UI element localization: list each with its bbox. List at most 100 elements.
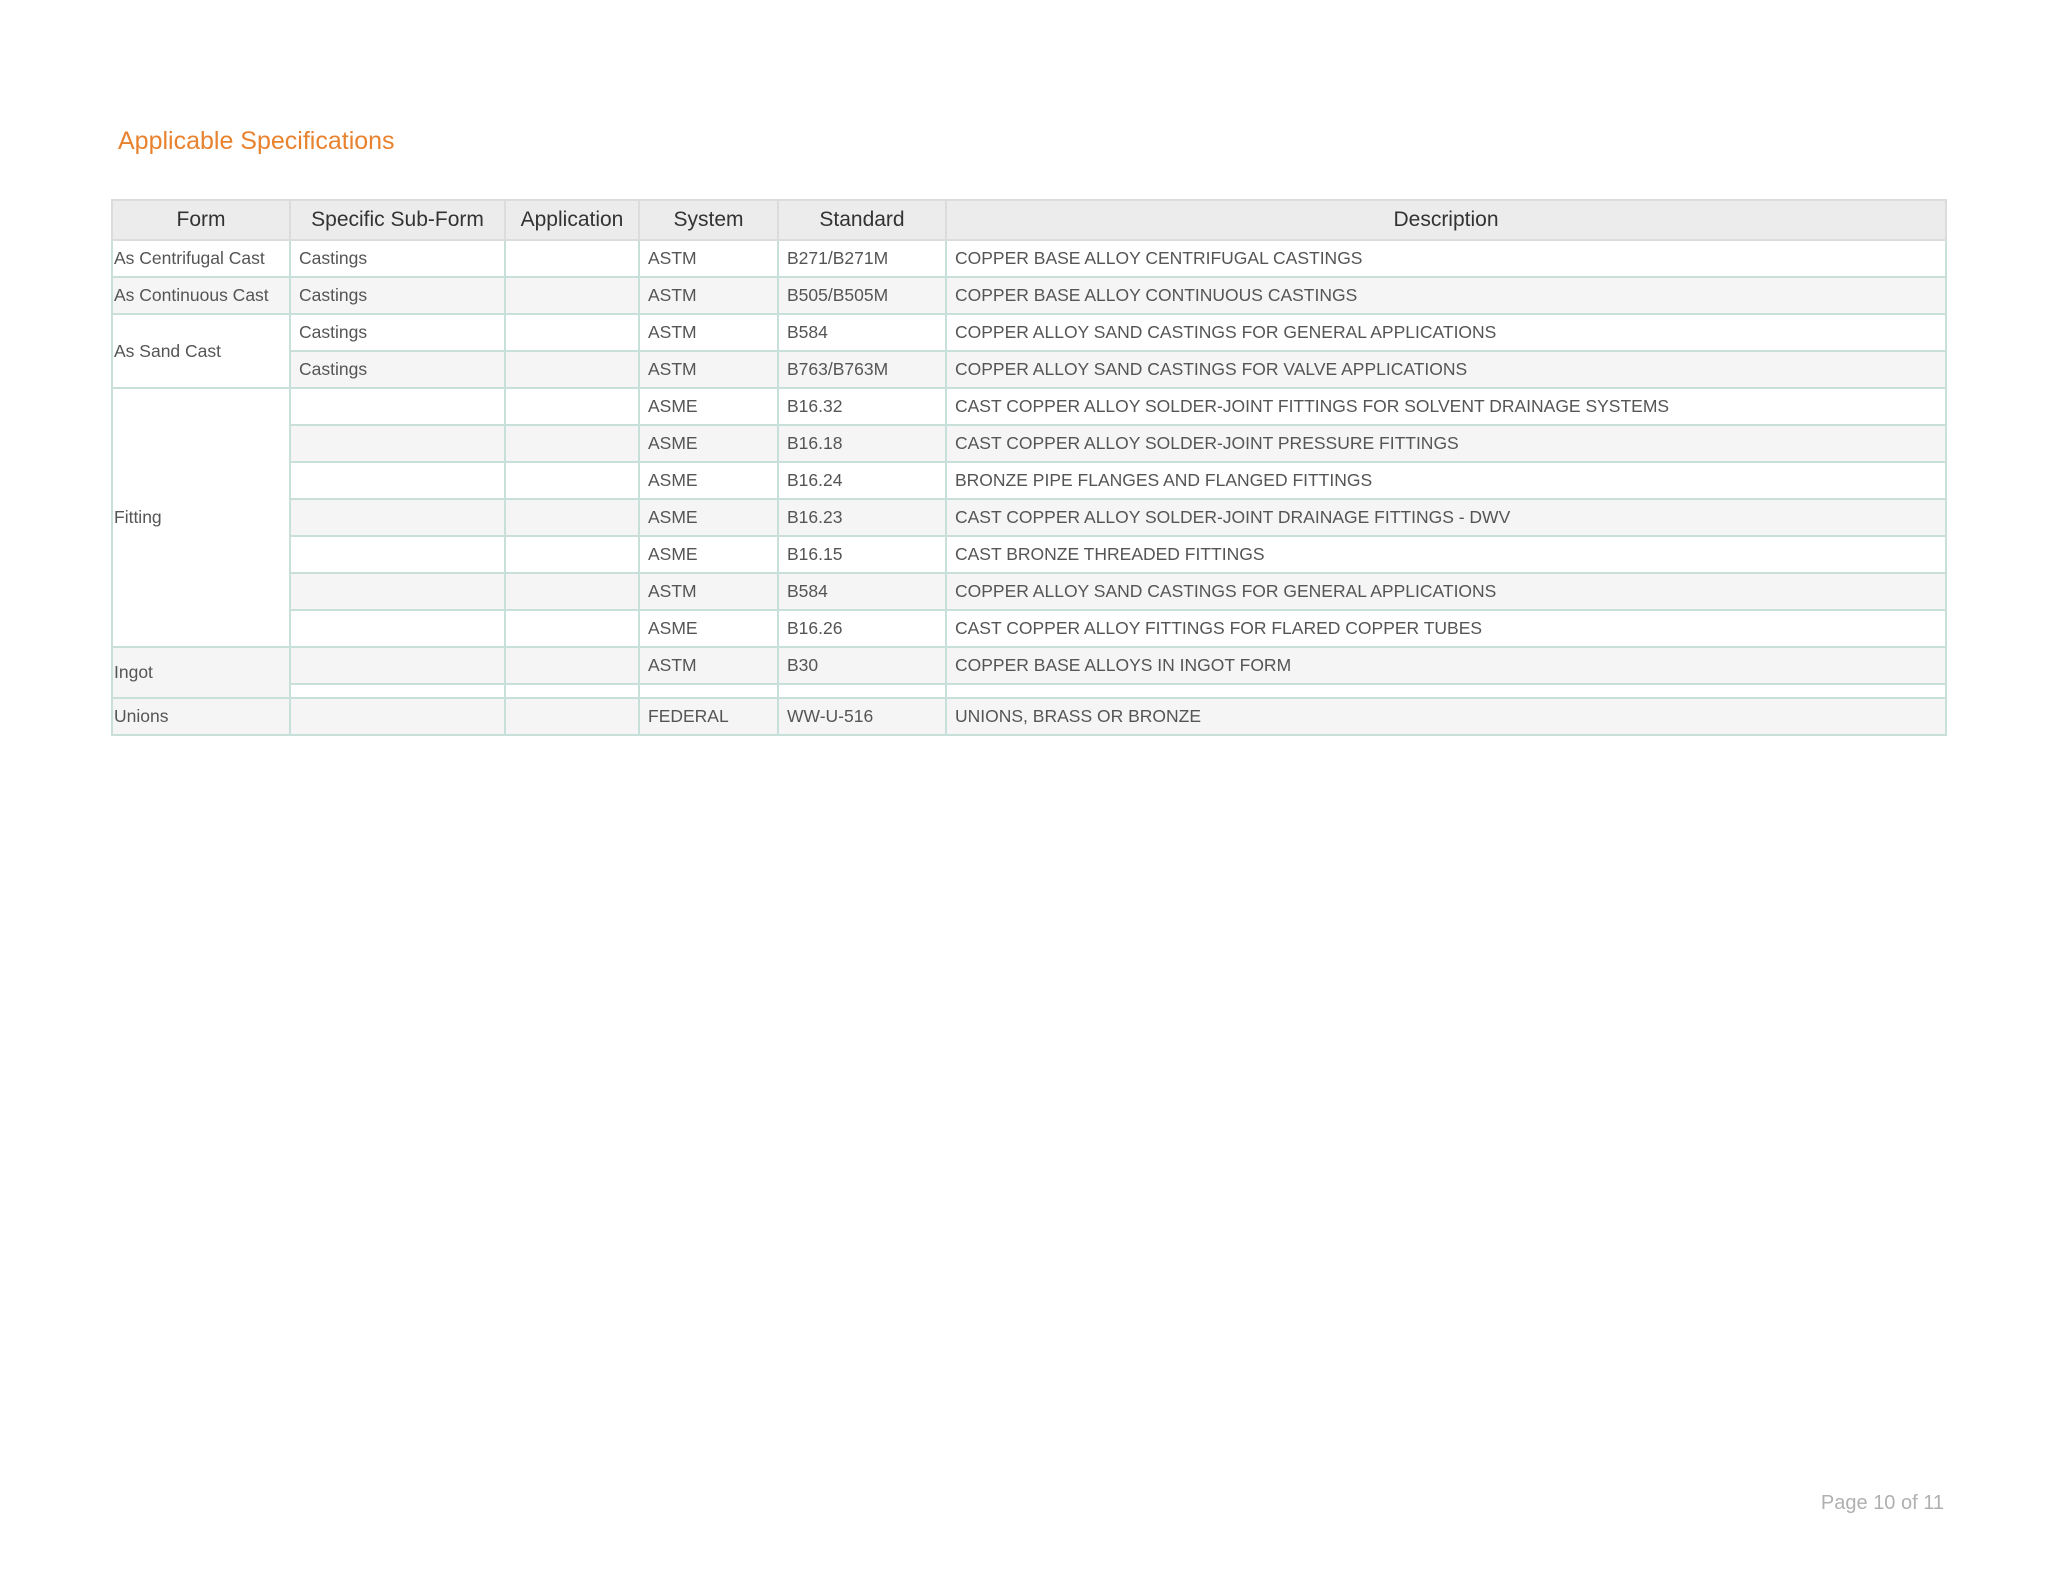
- standard-cell: B30: [777, 646, 947, 685]
- system-cell: ASME: [638, 535, 779, 574]
- standard-cell: B16.26: [777, 609, 947, 648]
- description-cell: UNIONS, BRASS OR BRONZE: [945, 697, 1947, 736]
- description-cell: COPPER BASE ALLOY CONTINUOUS CASTINGS: [945, 276, 1947, 315]
- table-row: ASME B16.23 CAST COPPER ALLOY SOLDER-JOINT…: [112, 498, 1947, 537]
- sub-form-cell: [289, 697, 506, 736]
- system-cell: [638, 683, 779, 699]
- form-cell: As Sand Cast: [111, 313, 291, 389]
- sub-form-cell: [289, 461, 506, 500]
- standard-cell: B16.15: [777, 535, 947, 574]
- application-cell: [504, 424, 640, 463]
- table-row: ASME B16.26 CAST COPPER ALLOY FITTINGS FOR…: [112, 609, 1947, 648]
- table-row: As Continuous Cast Castings ASTM B505/B505M…: [111, 276, 1947, 315]
- sub-form-cell: [289, 609, 506, 648]
- page-title: Applicable Specifications: [118, 127, 395, 155]
- page-number: Page 10 of 11: [1820, 1492, 1944, 1514]
- application-cell: [504, 697, 640, 736]
- application-cell: [504, 387, 640, 426]
- description-cell: COPPER BASE ALLOYS IN INGOT FORM: [945, 646, 1947, 685]
- standard-cell: B584: [777, 313, 947, 352]
- system-cell: ASME: [638, 609, 779, 648]
- system-cell: ASTM: [638, 572, 779, 611]
- sub-form-cell: Castings: [289, 276, 506, 315]
- system-cell: ASME: [638, 498, 779, 537]
- description-cell: COPPER ALLOY SAND CASTINGS FOR GENERAL A…: [945, 313, 1947, 352]
- application-cell: [504, 461, 640, 500]
- header-description: Description: [945, 199, 1947, 241]
- standard-cell: B16.18: [777, 424, 947, 463]
- standard-cell: B584: [777, 572, 947, 611]
- sub-form-cell: [289, 646, 506, 685]
- table-row: ASME B16.18 CAST COPPER ALLOY SOLDER-JOINT…: [112, 424, 1947, 463]
- table-row: [112, 683, 1947, 699]
- header-system: System: [638, 199, 779, 241]
- table-row: ASME B16.24 BRONZE PIPE FLANGES AND FLANGE…: [112, 461, 1947, 500]
- application-cell: [504, 646, 640, 685]
- table-row: Fitting ASME B16.32 CAST COPPER ALLOY SOLDE…: [111, 387, 1947, 648]
- sub-form-cell: Castings: [289, 239, 506, 278]
- form-cell: Unions: [111, 697, 291, 736]
- application-cell: [504, 535, 640, 574]
- system-cell: ASME: [638, 461, 779, 500]
- table-row: As Sand Cast Castings ASTM B584 COPPER ALLOY…: [111, 313, 1947, 389]
- application-cell: [504, 350, 640, 389]
- system-cell: ASTM: [638, 313, 779, 352]
- header-standard: Standard: [777, 199, 947, 241]
- table-row: ASME B16.15 CAST BRONZE THREADED FITTINGS: [112, 535, 1947, 574]
- standard-cell: [777, 683, 947, 699]
- sub-form-cell: Castings: [289, 350, 506, 389]
- description-cell: CAST COPPER ALLOY SOLDER-JOINT DRAINAGE …: [945, 498, 1947, 537]
- description-cell: BRONZE PIPE FLANGES AND FLANGED FITTINGS: [945, 461, 1947, 500]
- description-cell: CAST COPPER ALLOY FITTINGS FOR FLARED CO…: [945, 609, 1947, 648]
- form-cell: As Centrifugal Cast: [111, 239, 291, 278]
- system-cell: ASTM: [638, 276, 779, 315]
- sub-form-cell: Castings: [289, 313, 506, 352]
- system-cell: ASTM: [638, 646, 779, 685]
- description-cell: CAST BRONZE THREADED FITTINGS: [945, 535, 1947, 574]
- description-cell: COPPER BASE ALLOY CENTRIFUGAL CASTINGS: [945, 239, 1947, 278]
- form-cell: Fitting: [111, 387, 291, 648]
- form-cell: As Continuous Cast: [111, 276, 291, 315]
- standard-cell: B271/B271M: [777, 239, 947, 278]
- sub-form-cell: [289, 683, 506, 699]
- sub-form-cell: [289, 572, 506, 611]
- form-cell: Ingot: [111, 646, 291, 699]
- system-cell: FEDERAL: [638, 697, 779, 736]
- system-cell: ASTM: [638, 239, 779, 278]
- sub-form-cell: [289, 498, 506, 537]
- description-cell: COPPER ALLOY SAND CASTINGS FOR VALVE APP…: [945, 350, 1947, 389]
- description-cell: CAST COPPER ALLOY SOLDER-JOINT FITTINGS …: [945, 387, 1947, 426]
- standard-cell: B16.23: [777, 498, 947, 537]
- description-cell: [945, 683, 1947, 699]
- application-cell: [504, 276, 640, 315]
- sub-form-cell: [289, 535, 506, 574]
- application-cell: [504, 572, 640, 611]
- application-cell: [504, 313, 640, 352]
- standard-cell: B505/B505M: [777, 276, 947, 315]
- header-sub-form: Specific Sub-Form: [289, 199, 506, 241]
- description-cell: CAST COPPER ALLOY SOLDER-JOINT PRESSURE …: [945, 424, 1947, 463]
- system-cell: ASME: [638, 424, 779, 463]
- table-row: Ingot ASTM B30 COPPER BASE ALLOYS IN INGOT …: [111, 646, 1947, 699]
- standard-cell: B16.32: [777, 387, 947, 426]
- table-row: Unions FEDERAL WW-U-516 UNIONS, BRASS OR BR…: [111, 697, 1947, 736]
- table-row: Castings ASTM B763/B763M COPPER ALLOY SAND …: [112, 350, 1947, 389]
- system-cell: ASME: [638, 387, 779, 426]
- system-cell: ASTM: [638, 350, 779, 389]
- description-cell: COPPER ALLOY SAND CASTINGS FOR GENERAL A…: [945, 572, 1947, 611]
- application-cell: [504, 609, 640, 648]
- application-cell: [504, 239, 640, 278]
- table-body: As Centrifugal Cast Castings ASTM B271/B271…: [111, 239, 1947, 736]
- application-cell: [504, 683, 640, 699]
- header-application: Application: [504, 199, 640, 241]
- header-form: Form: [111, 199, 291, 241]
- sub-form-cell: [289, 424, 506, 463]
- sub-form-cell: [289, 387, 506, 426]
- table-row: ASTM B584 COPPER ALLOY SAND CASTINGS FOR G…: [112, 572, 1947, 611]
- standard-cell: B763/B763M: [777, 350, 947, 389]
- table-header-row: Form Specific Sub-Form Application Syste…: [111, 199, 1947, 241]
- table-row: As Centrifugal Cast Castings ASTM B271/B271…: [111, 239, 1947, 278]
- application-cell: [504, 498, 640, 537]
- specifications-table: Form Specific Sub-Form Application Syste…: [111, 199, 1947, 736]
- standard-cell: WW-U-516: [777, 697, 947, 736]
